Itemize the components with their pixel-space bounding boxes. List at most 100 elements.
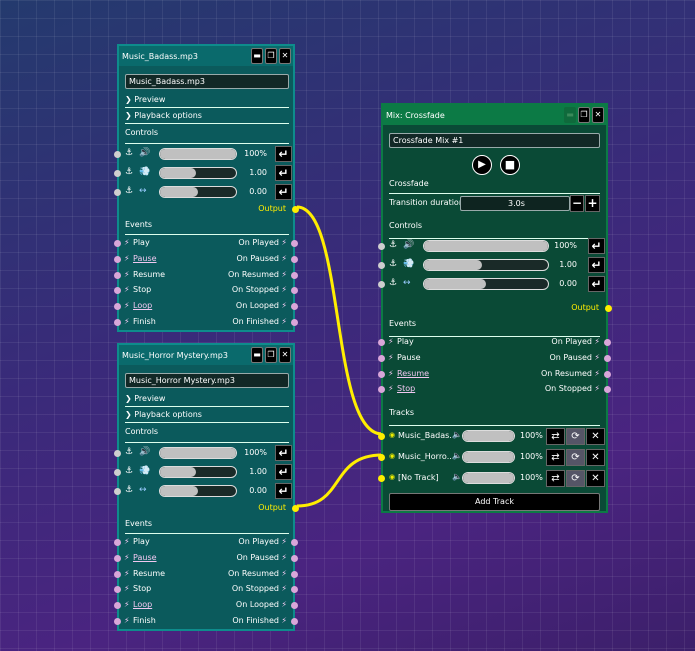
control-input-port[interactable] (114, 189, 121, 196)
minimize-button[interactable]: ▬ (251, 48, 263, 64)
loop-toggle-button[interactable]: ⟳ (566, 449, 585, 466)
event-trigger[interactable]: Play (133, 537, 150, 546)
event-trigger[interactable]: Resume (133, 270, 165, 279)
swap-track-button[interactable]: ⇄ (546, 428, 565, 445)
restore-button[interactable]: ❐ (265, 48, 277, 64)
stop-button[interactable]: ■ (500, 155, 520, 175)
add-track-button[interactable]: Add Track (389, 493, 600, 511)
event-input-port[interactable] (378, 370, 385, 378)
control-input-port[interactable] (378, 262, 385, 269)
control-slider[interactable] (159, 447, 237, 459)
event-output-port[interactable] (604, 370, 611, 378)
event-input-port[interactable] (114, 287, 121, 295)
playback-options-toggle[interactable]: ❯ Playback options (125, 111, 202, 120)
file-name-field[interactable]: Music_Horror Mystery.mp3 (125, 373, 289, 388)
event-output-port[interactable] (291, 240, 298, 247)
event-output-port[interactable] (604, 339, 611, 346)
event-input-port[interactable] (114, 618, 121, 625)
event-input-port[interactable] (114, 570, 121, 578)
event-trigger[interactable]: Loop (133, 600, 152, 609)
event-output-port[interactable] (291, 539, 298, 546)
event-input-port[interactable] (114, 539, 121, 546)
swap-track-button[interactable]: ⇄ (546, 449, 565, 466)
event-input-port[interactable] (114, 240, 121, 247)
track-input-port[interactable] (378, 433, 385, 440)
control-input-port[interactable] (114, 488, 121, 495)
reset-button[interactable]: ↵ (275, 445, 292, 461)
control-input-port[interactable] (378, 243, 385, 250)
transition-duration-field[interactable]: 3.0s (460, 196, 570, 211)
close-button[interactable]: ✕ (592, 107, 604, 123)
event-trigger[interactable]: Pause (133, 254, 157, 263)
control-slider[interactable] (159, 466, 237, 478)
file-name-field[interactable]: Music_Badass.mp3 (125, 74, 289, 89)
event-output-port[interactable] (291, 319, 298, 326)
track-volume-slider[interactable] (462, 451, 515, 463)
control-slider[interactable] (423, 240, 549, 252)
control-input-port[interactable] (114, 170, 121, 177)
event-trigger[interactable]: Resume (397, 369, 429, 378)
event-input-port[interactable] (114, 602, 121, 610)
event-input-port[interactable] (114, 554, 121, 562)
control-slider[interactable] (159, 148, 237, 160)
control-slider[interactable] (159, 485, 237, 497)
output-port[interactable] (605, 305, 612, 312)
reset-button[interactable]: ↵ (275, 483, 292, 499)
control-input-port[interactable] (114, 450, 121, 457)
close-button[interactable]: ✕ (279, 48, 291, 64)
event-trigger[interactable]: Stop (133, 285, 151, 294)
event-trigger[interactable]: Finish (133, 317, 156, 326)
event-input-port[interactable] (114, 586, 121, 594)
event-output-port[interactable] (291, 554, 298, 562)
track-volume-slider[interactable] (462, 430, 515, 442)
event-output-port[interactable] (291, 618, 298, 625)
loop-toggle-button[interactable]: ⟳ (566, 428, 585, 445)
restore-button[interactable]: ❐ (578, 107, 590, 123)
event-input-port[interactable] (378, 386, 385, 394)
track-input-port[interactable] (378, 475, 385, 482)
event-output-port[interactable] (291, 570, 298, 578)
remove-track-button[interactable]: ✕ (586, 428, 605, 445)
minimize-button[interactable]: ▬ (564, 107, 576, 123)
remove-track-button[interactable]: ✕ (586, 470, 605, 487)
preview-toggle[interactable]: ❯ Preview (125, 394, 165, 403)
event-input-port[interactable] (114, 255, 121, 263)
event-input-port[interactable] (114, 303, 121, 311)
reset-button[interactable]: ↵ (588, 276, 605, 292)
event-trigger[interactable]: Resume (133, 569, 165, 578)
reset-button[interactable]: ↵ (588, 257, 605, 273)
control-slider[interactable] (423, 259, 549, 271)
play-button[interactable]: ▶ (472, 155, 492, 175)
control-input-port[interactable] (378, 281, 385, 288)
track-input-port[interactable] (378, 454, 385, 461)
reset-button[interactable]: ↵ (275, 464, 292, 480)
swap-track-button[interactable]: ⇄ (546, 470, 565, 487)
playback-options-toggle[interactable]: ❯ Playback options (125, 410, 202, 419)
control-input-port[interactable] (114, 151, 121, 158)
event-input-port[interactable] (378, 339, 385, 346)
event-trigger[interactable]: Play (397, 337, 414, 346)
restore-button[interactable]: ❐ (265, 347, 277, 363)
reset-button[interactable]: ↵ (275, 184, 292, 200)
event-input-port[interactable] (114, 319, 121, 326)
event-trigger[interactable]: Loop (133, 301, 152, 310)
event-trigger[interactable]: Stop (133, 584, 151, 593)
event-output-port[interactable] (291, 271, 298, 279)
remove-track-button[interactable]: ✕ (586, 449, 605, 466)
output-port[interactable] (292, 505, 299, 512)
event-trigger[interactable]: Stop (397, 384, 415, 393)
event-trigger[interactable]: Finish (133, 616, 156, 625)
event-input-port[interactable] (114, 271, 121, 279)
mix-name-field[interactable]: Crossfade Mix #1 (389, 133, 600, 148)
event-input-port[interactable] (378, 354, 385, 362)
close-button[interactable]: ✕ (279, 347, 291, 363)
control-input-port[interactable] (114, 469, 121, 476)
event-trigger[interactable]: Pause (133, 553, 157, 562)
reset-button[interactable]: ↵ (588, 238, 605, 254)
event-trigger[interactable]: Pause (397, 353, 421, 362)
event-output-port[interactable] (291, 255, 298, 263)
reset-button[interactable]: ↵ (275, 165, 292, 181)
control-slider[interactable] (423, 278, 549, 290)
track-volume-slider[interactable] (462, 472, 515, 484)
reset-button[interactable]: ↵ (275, 146, 292, 162)
